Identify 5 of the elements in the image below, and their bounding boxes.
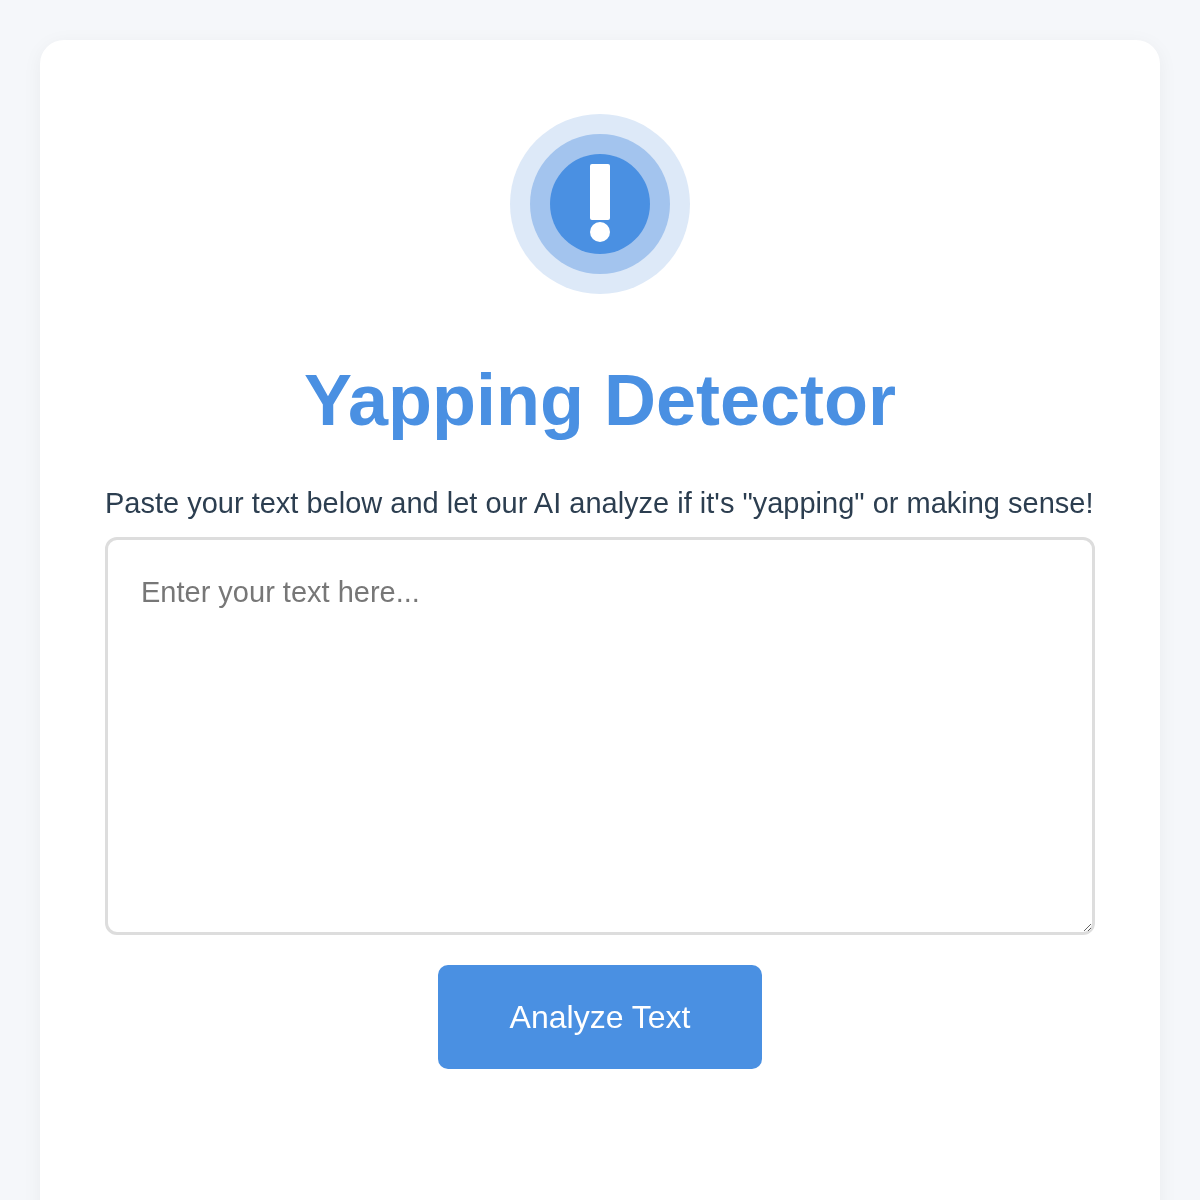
page-title: Yapping Detector <box>303 359 897 442</box>
exclamation-icon <box>510 114 690 294</box>
text-input[interactable]: Enter your text here... <box>105 537 1095 935</box>
analyze-button[interactable]: Analyze Text <box>438 965 762 1069</box>
description-text: Paste your text below and let our AI analyze if it's "yapping" or making sense! <box>105 486 1095 521</box>
